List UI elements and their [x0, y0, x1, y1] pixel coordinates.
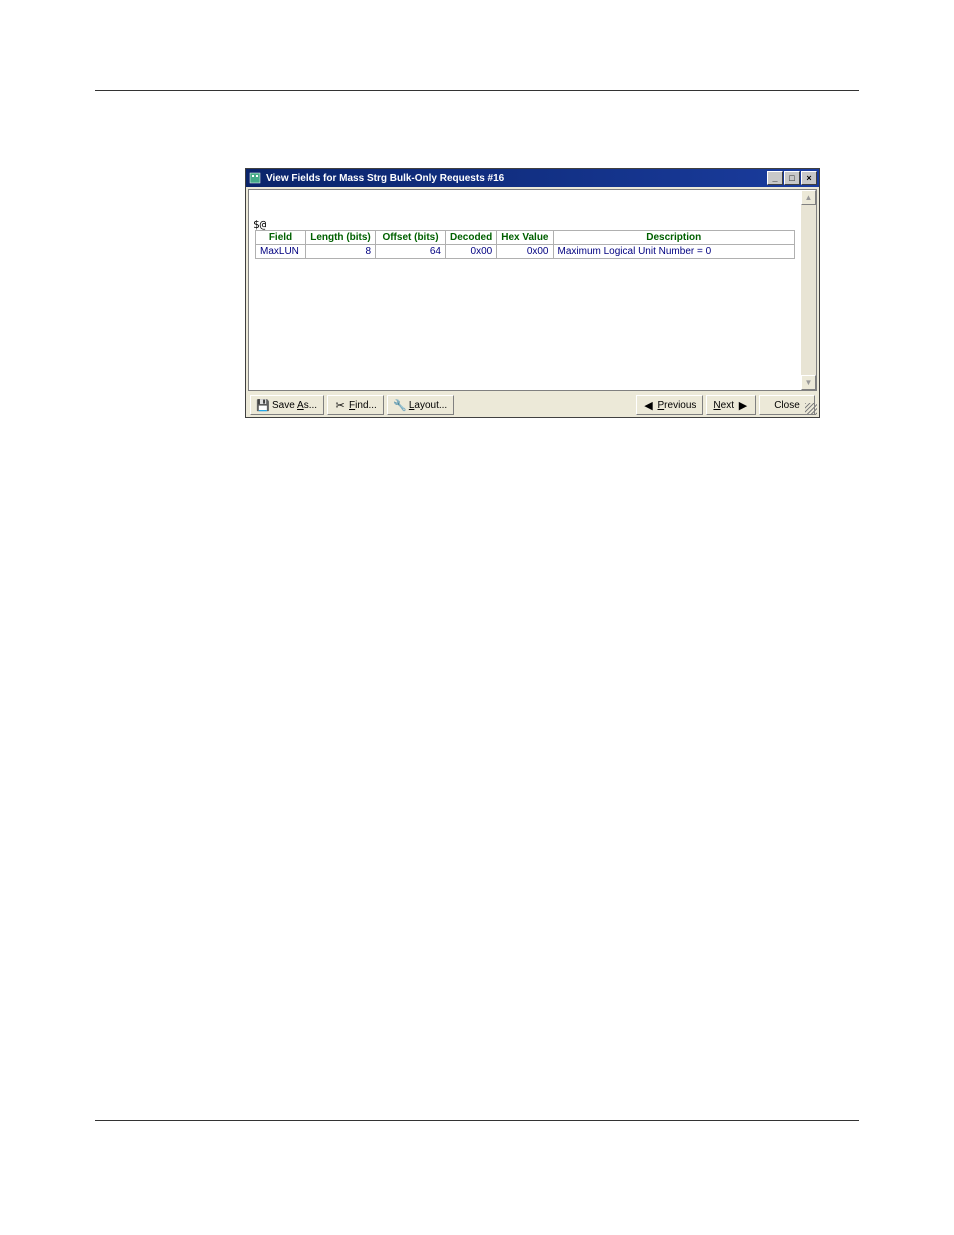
cell-offset: 64 — [376, 245, 446, 259]
cell-hex: 0x00 — [497, 245, 553, 259]
find-button[interactable]: ✂ Find... — [327, 395, 384, 415]
save-as-button[interactable]: 💾 Save As... — [250, 395, 324, 415]
content-area: $@ Field Length (bits) Offset (bits) Dec… — [248, 189, 801, 391]
dialog-window: View Fields for Mass Strg Bulk-Only Requ… — [245, 168, 820, 418]
find-icon: ✂ — [334, 399, 346, 411]
minimize-button[interactable]: _ — [767, 171, 783, 185]
fields-table: Field Length (bits) Offset (bits) Decode… — [255, 230, 795, 259]
prev-arrow-icon: ◀ — [643, 399, 655, 411]
button-bar: 💾 Save As... ✂ Find... 🔧 Layout... ◀ Pre… — [246, 393, 819, 417]
col-header-decoded[interactable]: Decoded — [446, 231, 497, 245]
cell-decoded: 0x00 — [446, 245, 497, 259]
app-icon — [248, 171, 262, 185]
page-rule — [95, 1120, 859, 1121]
col-header-description[interactable]: Description — [553, 231, 795, 245]
scroll-up-button[interactable]: ▲ — [801, 190, 816, 205]
save-icon: 💾 — [257, 399, 269, 411]
col-header-offset[interactable]: Offset (bits) — [376, 231, 446, 245]
cell-length: 8 — [306, 245, 376, 259]
vertical-scrollbar[interactable]: ▲ ▼ — [801, 189, 817, 391]
content-wrapper: $@ Field Length (bits) Offset (bits) Dec… — [246, 187, 819, 393]
layout-icon: 🔧 — [394, 399, 406, 411]
resize-grip[interactable] — [805, 403, 817, 415]
next-button[interactable]: Next ▶ — [706, 395, 756, 415]
titlebar[interactable]: View Fields for Mass Strg Bulk-Only Requ… — [246, 169, 819, 187]
close-label: Close — [774, 400, 800, 411]
previous-button[interactable]: ◀ Previous — [636, 395, 704, 415]
table-row[interactable]: MaxLUN 8 64 0x00 0x00 Maximum Logical Un… — [256, 245, 795, 259]
table-header-row: Field Length (bits) Offset (bits) Decode… — [256, 231, 795, 245]
col-header-field[interactable]: Field — [256, 231, 306, 245]
window-controls: _ □ × — [767, 171, 817, 185]
window-title: View Fields for Mass Strg Bulk-Only Requ… — [266, 173, 767, 184]
layout-button[interactable]: 🔧 Layout... — [387, 395, 454, 415]
next-arrow-icon: ▶ — [737, 399, 749, 411]
col-header-length[interactable]: Length (bits) — [306, 231, 376, 245]
cell-description: Maximum Logical Unit Number = 0 — [553, 245, 795, 259]
maximize-button[interactable]: □ — [784, 171, 800, 185]
scroll-track[interactable] — [801, 205, 816, 375]
col-header-hex[interactable]: Hex Value — [497, 231, 553, 245]
cell-field: MaxLUN — [256, 245, 306, 259]
scroll-down-button[interactable]: ▼ — [801, 375, 816, 390]
close-button[interactable]: × — [801, 171, 817, 185]
page-rule — [95, 90, 859, 91]
